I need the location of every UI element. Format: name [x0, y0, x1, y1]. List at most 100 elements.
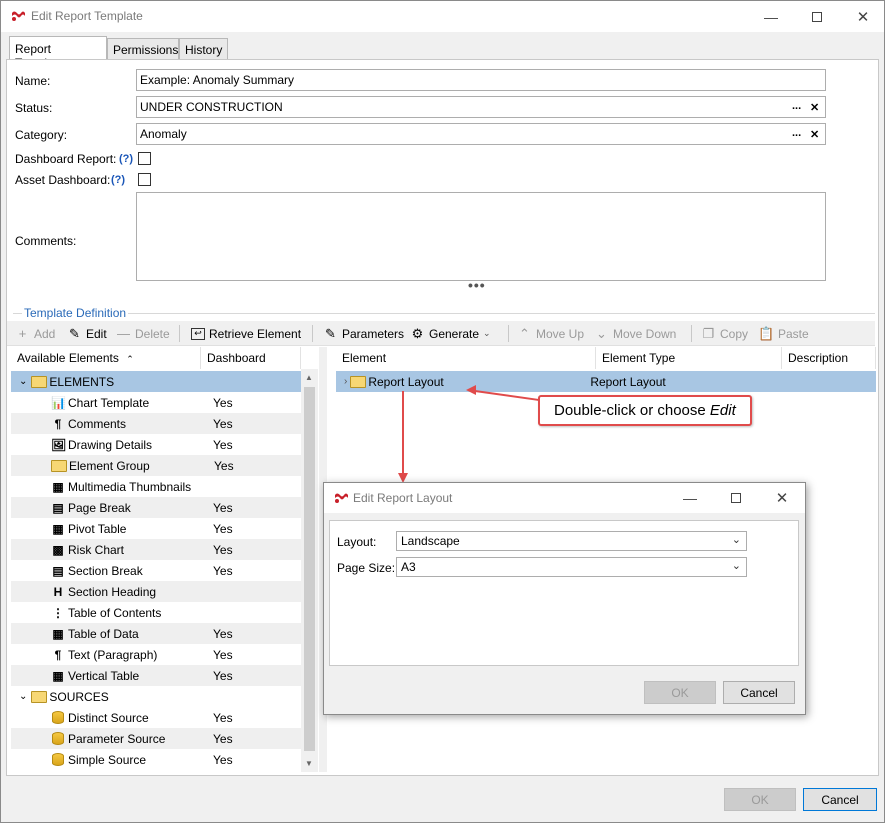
tree-group-sources[interactable]: ⌄ SOURCES — [11, 686, 301, 707]
name-input[interactable]: Example: Anomaly Summary — [136, 69, 826, 91]
status-browse-button[interactable]: ... — [792, 100, 801, 112]
element-dashboard: Yes — [213, 563, 233, 578]
edit-button[interactable]: ✎ Edit — [67, 321, 107, 346]
available-elements-header[interactable]: Available Elements ⌃ — [11, 347, 201, 369]
paragraph-icon: ¶ — [54, 416, 62, 431]
splitter-handle[interactable]: ••• — [468, 277, 486, 293]
comments-textarea[interactable] — [136, 192, 826, 281]
copy-button[interactable]: ❐ Copy — [701, 321, 748, 346]
list-item[interactable]: ▤ Section Break Yes — [11, 560, 301, 581]
list-item[interactable]: 🖼 Drawing Details Yes — [11, 434, 301, 455]
page-size-select[interactable]: A3 ⌄ — [396, 557, 747, 577]
element-column-header[interactable]: Element — [336, 347, 596, 369]
copy-label: Copy — [720, 326, 749, 341]
table-icon: ▦ — [52, 521, 64, 536]
asset-dashboard-checkbox[interactable] — [138, 173, 151, 186]
ok-button[interactable]: OK — [724, 788, 796, 811]
tab-history[interactable]: History — [179, 38, 228, 60]
risk-chart-icon: ▩ — [52, 542, 64, 557]
list-item[interactable]: Simple Source Yes — [11, 749, 301, 770]
element-dashboard: Yes — [213, 521, 233, 536]
move-up-label: Move Up — [536, 326, 585, 341]
dialog-maximize-icon[interactable] — [713, 483, 759, 513]
list-item[interactable]: Element Group Yes — [11, 455, 301, 476]
grid-row-element-name: Report Layout — [368, 374, 444, 389]
list-item[interactable]: ▦ Multimedia Thumbnails — [11, 476, 301, 497]
generate-label: Generate — [429, 326, 480, 341]
description-column-header[interactable]: Description — [782, 347, 876, 369]
move-down-button[interactable]: ⌄ Move Down — [594, 321, 676, 346]
tree-group-elements[interactable]: ⌄ ELEMENTS — [11, 371, 301, 392]
list-item[interactable]: ▩ Risk Chart Yes — [11, 539, 301, 560]
list-item[interactable]: H Section Heading — [11, 581, 301, 602]
list-item[interactable]: ¶ Text (Paragraph) Yes — [11, 644, 301, 665]
dialog-cancel-button[interactable]: Cancel — [723, 681, 795, 704]
dashboard-report-label: Dashboard Report: — [15, 152, 117, 166]
element-type-column-header[interactable]: Element Type — [596, 347, 782, 369]
delete-button[interactable]: — Delete — [116, 321, 170, 346]
toc-icon: ⋮ — [52, 605, 64, 620]
tab-permissions[interactable]: Permissions — [107, 38, 179, 60]
callout-annotation: Double-click or choose Edit — [538, 395, 752, 426]
chevron-down-icon: ⌄ — [19, 376, 28, 387]
scroll-up-icon[interactable]: ▲ — [305, 373, 313, 382]
status-clear-icon[interactable]: ✕ — [810, 101, 819, 114]
list-item[interactable]: 📊 Chart Template Yes — [11, 392, 301, 413]
dashboard-help-icon[interactable]: (?) — [119, 153, 133, 165]
retrieve-element-button[interactable]: ↩ Retrieve Element — [191, 321, 301, 346]
list-item[interactable]: ⋮ Table of Contents — [11, 602, 301, 623]
element-dashboard: Yes — [213, 647, 233, 662]
maximize-icon[interactable] — [794, 1, 840, 32]
title-bar[interactable]: Edit Report Template — ✕ — [1, 1, 884, 32]
dialog-minimize-icon[interactable]: — — [667, 483, 713, 513]
scroll-thumb[interactable] — [304, 387, 315, 751]
add-button[interactable]: + Add — [15, 321, 56, 346]
sort-up-icon: ⌃ — [126, 354, 134, 364]
list-item[interactable]: ▦ Table of Data Yes — [11, 623, 301, 644]
category-browse-button[interactable]: ... — [792, 127, 801, 139]
category-clear-icon[interactable]: ✕ — [810, 128, 819, 141]
available-elements-panel: Available Elements ⌃ Dashboard ▲ ▼ ⌄ ELE… — [11, 347, 318, 772]
dashboard-report-checkbox[interactable] — [138, 152, 151, 165]
database-icon — [52, 753, 64, 766]
list-item[interactable]: Parameter Source Yes — [11, 728, 301, 749]
list-item[interactable]: ▦ Pivot Table Yes — [11, 518, 301, 539]
generate-button[interactable]: ⚙ Generate ⌄ — [410, 321, 491, 346]
callout-emphasis: Edit — [709, 402, 736, 419]
element-name: Element Group — [69, 458, 150, 473]
status-value: UNDER CONSTRUCTION — [140, 100, 283, 114]
chevron-down-icon: ⌄ — [596, 325, 607, 341]
paste-button[interactable]: 📋 Paste — [758, 321, 808, 346]
list-item[interactable]: ▤ Page Break Yes — [11, 497, 301, 518]
dialog-close-icon[interactable]: ✕ — [759, 483, 805, 513]
status-field[interactable]: UNDER CONSTRUCTION — [136, 96, 826, 118]
move-up-button[interactable]: ⌃ Move Up — [517, 321, 584, 346]
gear-icon: ⚙ — [411, 325, 424, 341]
thumbnails-icon: ▦ — [52, 479, 64, 494]
grid-row-element-type: Report Layout — [590, 374, 666, 389]
dialog-ok-button[interactable]: OK — [644, 681, 716, 704]
list-item[interactable]: ▦ Vertical Table Yes — [11, 665, 301, 686]
minimize-icon[interactable]: — — [748, 1, 794, 32]
grid-row-report-layout[interactable]: › Report Layout Report Layout — [336, 371, 876, 392]
available-scrollbar[interactable]: ▲ ▼ — [301, 369, 318, 772]
close-icon[interactable]: ✕ — [840, 1, 885, 32]
parameters-button[interactable]: ✎ Parameters — [323, 321, 404, 346]
layout-select[interactable]: Landscape ⌄ — [396, 531, 747, 551]
cancel-button[interactable]: Cancel — [803, 788, 877, 811]
dialog-title: Edit Report Layout — [353, 491, 453, 505]
page-break-icon: ▤ — [52, 500, 64, 515]
folder-icon — [31, 690, 48, 703]
page-size-value: A3 — [401, 560, 416, 574]
element-dashboard: Yes — [213, 437, 233, 452]
scroll-down-icon[interactable]: ▼ — [305, 759, 313, 768]
dialog-title-bar[interactable]: Edit Report Layout — ✕ — [324, 483, 805, 513]
list-item[interactable]: ¶ Comments Yes — [11, 413, 301, 434]
window-title: Edit Report Template — [31, 9, 143, 23]
database-icon — [52, 732, 64, 745]
tab-report-template[interactable]: Report Template — [9, 36, 107, 70]
list-item[interactable]: Distinct Source Yes — [11, 707, 301, 728]
dashboard-header[interactable]: Dashboard — [201, 347, 301, 369]
asset-dashboard-help-icon[interactable]: (?) — [111, 174, 125, 186]
category-field[interactable]: Anomaly — [136, 123, 826, 145]
